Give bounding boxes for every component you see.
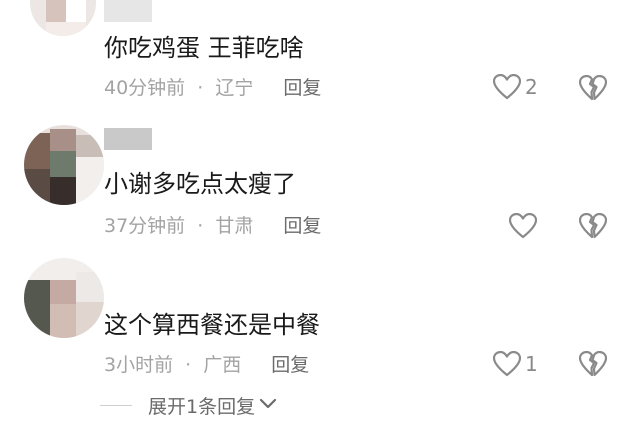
comment-time: 3小时前 [104, 354, 174, 376]
broken-heart-icon [578, 212, 608, 243]
comment-item: 这个算西餐还是中餐 3小时前 · 广西 回复 1 [0, 258, 640, 388]
comment-text: 你吃鸡蛋 王菲吃啥 [104, 34, 304, 62]
like-button[interactable]: 2 [493, 74, 538, 100]
meta-separator: · [185, 354, 192, 376]
comment-location: 辽宁 [215, 77, 254, 99]
like-count: 1 [525, 352, 538, 376]
dislike-button[interactable] [578, 74, 608, 105]
comment-meta: 37分钟前 · 甘肃 回复 [104, 214, 321, 238]
comment-meta: 3小时前 · 广西 回复 [104, 353, 309, 377]
expand-replies-button[interactable]: 展开1条回复 [100, 392, 277, 419]
avatar[interactable] [24, 258, 104, 338]
dislike-button[interactable] [578, 350, 608, 381]
broken-heart-icon [578, 74, 608, 105]
comment-text: 小谢多吃点太瘦了 [104, 170, 296, 198]
avatar[interactable] [24, 125, 104, 205]
comment-time: 37分钟前 [104, 215, 186, 237]
reply-button[interactable]: 回复 [271, 354, 309, 376]
reply-button[interactable]: 回复 [283, 215, 321, 237]
reply-button[interactable]: 回复 [283, 77, 321, 99]
username-redacted[interactable] [104, 128, 152, 150]
like-count: 2 [525, 75, 538, 99]
heart-outline-icon [493, 74, 521, 100]
dislike-button[interactable] [578, 212, 608, 243]
broken-heart-icon [578, 350, 608, 381]
chevron-down-icon [259, 396, 277, 415]
meta-separator: · [197, 77, 204, 99]
like-button[interactable]: 1 [493, 351, 538, 377]
comment-meta: 40分钟前 · 辽宁 回复 [104, 76, 321, 100]
avatar[interactable] [30, 0, 96, 36]
heart-outline-icon [493, 351, 521, 377]
divider-line [100, 405, 132, 406]
comment-location: 广西 [203, 354, 242, 376]
expand-replies-label: 展开1条回复 [148, 396, 256, 418]
comment-item: 小谢多吃点太瘦了 37分钟前 · 甘肃 回复 [0, 125, 640, 260]
comment-time: 40分钟前 [104, 77, 186, 99]
comment-item: 你吃鸡蛋 王菲吃啥 40分钟前 · 辽宁 回复 2 [0, 0, 640, 115]
comment-location: 甘肃 [215, 215, 254, 237]
comment-text: 这个算西餐还是中餐 [104, 311, 320, 339]
username-redacted[interactable] [104, 0, 152, 22]
meta-separator: · [197, 215, 204, 237]
heart-outline-icon [509, 213, 537, 239]
like-button[interactable] [509, 213, 541, 239]
